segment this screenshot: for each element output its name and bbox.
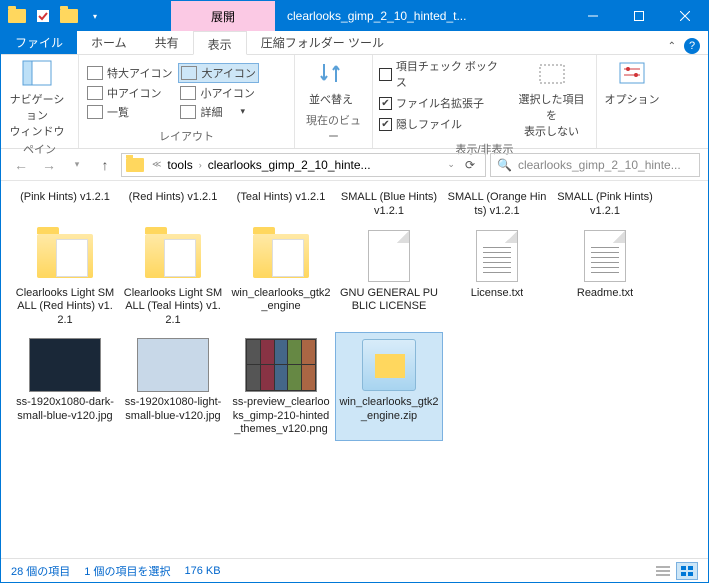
folder-icon	[37, 234, 93, 278]
tab-home[interactable]: ホーム	[77, 30, 141, 54]
tab-view[interactable]: 表示	[193, 31, 247, 55]
nav-pane-icon	[21, 57, 53, 89]
up-button[interactable]: ↑	[93, 153, 117, 177]
folder-item[interactable]: (Pink Hints) v1.2.1	[11, 187, 119, 223]
folder-icon	[253, 234, 309, 278]
folder-item[interactable]: SMALL (Pink Hints) v1.2.1	[551, 187, 659, 223]
folder-item[interactable]: (Teal Hints) v1.2.1	[227, 187, 335, 223]
ribbon: ナビゲーション ウィンドウ ペイン 特大アイコン 大アイコン 中アイコン 小アイ…	[1, 55, 708, 149]
search-icon: 🔍	[497, 158, 512, 172]
chk-extensions[interactable]: ✔ファイル名拡張子	[379, 94, 507, 112]
text-file-icon	[476, 230, 518, 282]
qat-dropdown-icon[interactable]: ▾	[83, 4, 107, 28]
contextual-tab-header: 展開	[171, 1, 275, 31]
file-item[interactable]: ss-1920x1080-dark-small-blue-v120.jpg	[11, 332, 119, 441]
folder-item[interactable]: Clearlooks Light SMALL (Teal Hints) v1.2…	[119, 223, 227, 332]
zip-icon	[362, 339, 416, 391]
file-item[interactable]: License.txt	[443, 223, 551, 332]
file-item[interactable]: ss-preview_clearlooks_gimp-210-hinted_th…	[227, 332, 335, 441]
ribbon-collapse-icon[interactable]: ⌃	[668, 41, 676, 52]
view-details-button[interactable]	[652, 562, 674, 580]
options-button[interactable]: オプション	[603, 57, 661, 107]
quick-access-toolbar: ▾	[1, 4, 111, 28]
layout-detail[interactable]: 詳細▾	[178, 103, 258, 121]
window-title: clearlooks_gimp_2_10_hinted_t...	[275, 9, 570, 23]
minimize-button[interactable]	[570, 1, 616, 31]
qat-folder-icon[interactable]	[5, 4, 29, 28]
group-label-current: 現在のビュー	[301, 110, 366, 146]
address-box[interactable]: ≪ tools › clearlooks_gimp_2_10_hinte... …	[121, 153, 486, 177]
recent-dropdown[interactable]: ▾	[65, 153, 89, 177]
qat-checkbox-icon[interactable]	[31, 4, 55, 28]
file-list[interactable]: (Pink Hints) v1.2.1 (Red Hints) v1.2.1 (…	[1, 181, 708, 558]
file-item[interactable]: ss-1920x1080-light-small-blue-v120.jpg	[119, 332, 227, 441]
maximize-button[interactable]	[616, 1, 662, 31]
ribbon-tabs: ファイル ホーム 共有 表示 圧縮フォルダー ツール ⌃ ?	[1, 31, 708, 55]
hide-icon	[536, 57, 568, 89]
sort-button[interactable]: 並べ替え	[301, 57, 361, 107]
help-icon[interactable]: ?	[684, 38, 700, 54]
status-size: 176 KB	[184, 565, 220, 577]
chevron-down-icon[interactable]: ⌄	[445, 159, 457, 170]
title-bar: ▾ 展開 clearlooks_gimp_2_10_hinted_t...	[1, 1, 708, 31]
chk-hidden[interactable]: ✔隠しファイル	[379, 115, 507, 133]
breadcrumb-tools[interactable]: tools	[165, 158, 194, 172]
sort-icon	[315, 57, 347, 89]
document-icon	[368, 230, 410, 282]
text-file-icon	[584, 230, 626, 282]
address-bar: ← → ▾ ↑ ≪ tools › clearlooks_gimp_2_10_h…	[1, 149, 708, 181]
view-icons-button[interactable]	[676, 562, 698, 580]
layout-small[interactable]: 小アイコン	[178, 84, 258, 102]
breadcrumb-current[interactable]: clearlooks_gimp_2_10_hinte...	[206, 158, 373, 172]
folder-item[interactable]: Clearlooks Light SMALL (Red Hints) v1.2.…	[11, 223, 119, 332]
folder-icon	[145, 234, 201, 278]
back-button[interactable]: ←	[9, 153, 33, 177]
layout-medium[interactable]: 中アイコン	[85, 84, 174, 102]
file-item-selected[interactable]: win_clearlooks_gtk2_engine.zip	[335, 332, 443, 441]
close-button[interactable]	[662, 1, 708, 31]
folder-item[interactable]: SMALL (Blue Hints) v1.2.1	[335, 187, 443, 223]
refresh-icon[interactable]: ⟳	[459, 158, 481, 172]
tab-file[interactable]: ファイル	[1, 30, 77, 54]
status-selection: 1 個の項目を選択	[84, 563, 170, 579]
image-thumb-icon	[245, 338, 317, 392]
search-input[interactable]: 🔍 clearlooks_gimp_2_10_hinte...	[490, 153, 700, 177]
chevron-icon[interactable]: ›	[197, 160, 204, 170]
layout-large[interactable]: 大アイコン	[178, 63, 258, 83]
status-item-count: 28 個の項目	[11, 563, 70, 579]
window-controls	[570, 1, 708, 31]
chevron-icon[interactable]: ≪	[150, 159, 163, 170]
nav-pane-button[interactable]: ナビゲーション ウィンドウ	[7, 57, 67, 139]
folder-item[interactable]: (Red Hints) v1.2.1	[119, 187, 227, 223]
tab-extract[interactable]: 圧縮フォルダー ツール	[247, 30, 398, 54]
tab-share[interactable]: 共有	[141, 30, 193, 54]
image-thumb-icon	[29, 338, 101, 392]
hide-selected-button[interactable]: 選択した項目を 表示しない	[513, 57, 590, 139]
group-label-layout: レイアウト	[85, 126, 288, 146]
chk-item-checkboxes[interactable]: 項目チェック ボックス	[379, 57, 507, 91]
layout-xl[interactable]: 特大アイコン	[85, 63, 174, 83]
file-item[interactable]: Readme.txt	[551, 223, 659, 332]
layout-list[interactable]: 一覧	[85, 103, 174, 121]
file-item[interactable]: GNU GENERAL PUBLIC LICENSE	[335, 223, 443, 332]
forward-button[interactable]: →	[37, 153, 61, 177]
qat-folder2-icon[interactable]	[57, 4, 81, 28]
folder-icon	[126, 158, 144, 172]
folder-item[interactable]: win_clearlooks_gtk2_engine	[227, 223, 335, 332]
image-thumb-icon	[137, 338, 209, 392]
folder-item[interactable]: SMALL (Orange Hints) v1.2.1	[443, 187, 551, 223]
options-icon	[616, 57, 648, 89]
status-bar: 28 個の項目 1 個の項目を選択 176 KB	[1, 558, 708, 582]
